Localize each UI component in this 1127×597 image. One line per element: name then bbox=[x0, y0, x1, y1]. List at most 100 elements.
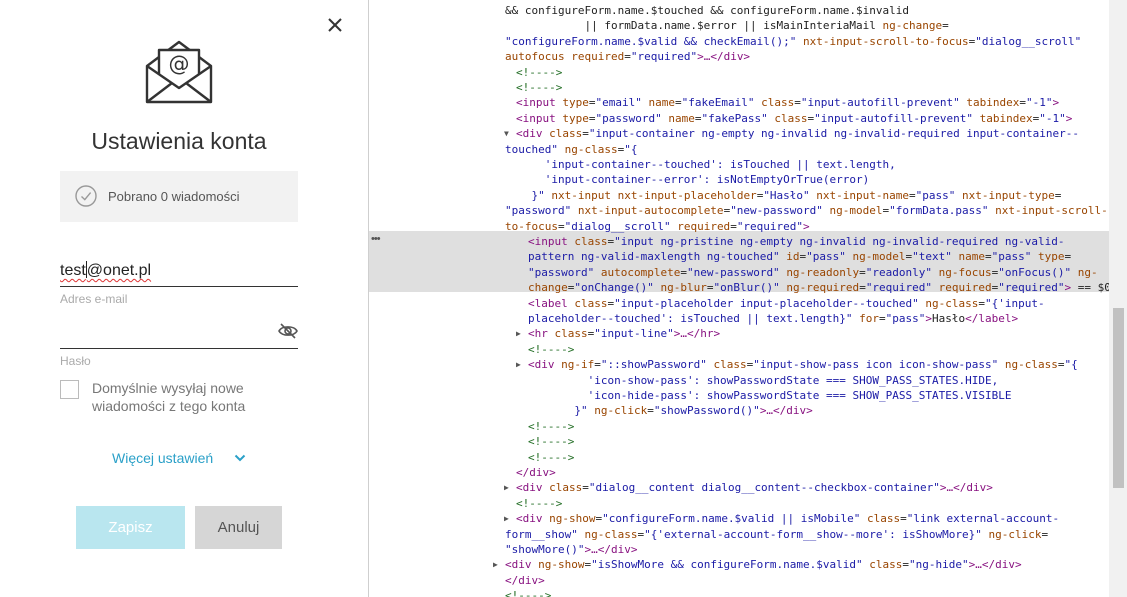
code-token: ng-focus bbox=[938, 265, 992, 279]
code-token: "dialog__scroll" bbox=[564, 219, 671, 233]
dom-line[interactable]: ▶ <hr class="input-line">…</hr> bbox=[516, 326, 1109, 341]
code-token: "isShowMore && configureForm.name.$valid… bbox=[591, 558, 863, 572]
dom-line[interactable]: 'icon-show-pass': showPasswordState === … bbox=[528, 373, 1109, 388]
code-token: "new-password" bbox=[686, 265, 780, 279]
code-token: <!----> bbox=[528, 419, 575, 433]
dom-line[interactable]: pattern ng-valid-maxlength ng-touched" i… bbox=[528, 249, 1109, 264]
expand-right-icon[interactable]: ▶ bbox=[504, 511, 509, 526]
code-token: >…</div> bbox=[697, 50, 751, 64]
email-input[interactable]: test@onet.pl bbox=[60, 257, 298, 287]
dom-line[interactable]: <!----> bbox=[516, 80, 1109, 95]
dom-line[interactable]: <label class = "input-placeholder input-pl… bbox=[528, 296, 1109, 311]
dom-line[interactable]: touched" ng-class="{ bbox=[505, 142, 1109, 157]
dom-line[interactable]: }" nxt-input nxt-input-placeholder = "Hasł… bbox=[505, 188, 1109, 203]
dom-line[interactable]: "password" autocomplete="new-password" n… bbox=[528, 265, 1109, 280]
dom-line[interactable]: change="onChange()" ng-blur="onBlur()" n… bbox=[528, 280, 1111, 295]
email-field[interactable]: test@onet.pl Adres e-mail bbox=[60, 257, 298, 306]
code-token: placeholder--touched': isTouched || text… bbox=[528, 312, 853, 325]
default-sender-checkbox[interactable] bbox=[60, 380, 79, 399]
code-token: <input bbox=[528, 235, 575, 248]
code-token: = bbox=[680, 265, 687, 279]
code-token: class bbox=[549, 127, 583, 141]
save-button[interactable]: Zapisz bbox=[76, 506, 185, 549]
code-token: "showPassword()" bbox=[653, 404, 760, 418]
expand-right-icon[interactable]: ▶ bbox=[504, 480, 509, 495]
code-token: = bbox=[978, 296, 985, 310]
scrollbar-thumb[interactable] bbox=[1113, 308, 1124, 488]
expand-right-icon[interactable]: ▶ bbox=[516, 326, 521, 341]
dom-line[interactable]: placeholder--touched': isTouched || text… bbox=[528, 311, 1109, 326]
dom-line[interactable]: "showMore()">…</div> bbox=[505, 542, 1109, 557]
expand-right-icon[interactable]: ▶ bbox=[493, 557, 498, 572]
expand-right-icon[interactable]: ▶ bbox=[516, 357, 521, 372]
dom-line[interactable]: "password" nxt-input-autocomplete="new-p… bbox=[505, 203, 1109, 218]
code-token: "input-placeholder input-placeholder--to… bbox=[614, 296, 919, 310]
eye-slash-icon[interactable] bbox=[278, 322, 298, 340]
more-settings-link[interactable]: Więcej ustawień bbox=[112, 450, 213, 466]
code-token: <div bbox=[505, 558, 539, 572]
code-token: <hr bbox=[528, 327, 555, 341]
close-icon[interactable] bbox=[324, 14, 346, 36]
devtools-elements-panel[interactable]: ••• && configureForm.name.$touched && co… bbox=[368, 0, 1127, 597]
code-token: = bbox=[730, 219, 737, 233]
code-token: autocomplete bbox=[600, 265, 681, 279]
dom-line[interactable]: <!----> bbox=[516, 496, 1109, 511]
password-input[interactable] bbox=[60, 318, 298, 349]
password-field[interactable]: Hasło bbox=[60, 318, 298, 368]
dom-line[interactable]: && configureForm.name.$touched && config… bbox=[505, 3, 1109, 18]
dom-line[interactable]: ▶ <div ng-show = "configureForm.name.$valid… bbox=[504, 511, 1109, 526]
dom-line[interactable]: 'input-container--error': isNotEmptyOrTr… bbox=[505, 172, 1109, 187]
code-token: tabindex bbox=[966, 96, 1020, 110]
code-token: class bbox=[574, 235, 608, 248]
code-token: <div bbox=[516, 127, 550, 141]
code-token: class bbox=[761, 96, 795, 110]
vertical-scrollbar[interactable] bbox=[1109, 0, 1127, 597]
dom-line[interactable]: to-focus="dialog__scroll" required="requ… bbox=[505, 219, 1109, 234]
dom-line[interactable]: <!----> bbox=[528, 434, 1109, 449]
dom-line[interactable]: || formData.name.$error || isMainInteria… bbox=[505, 18, 1109, 33]
dom-line[interactable]: </div> bbox=[505, 573, 1109, 588]
dom-line[interactable]: ▼ <div class="input-container ng-empty ng… bbox=[504, 126, 1109, 141]
code-token: "password" bbox=[528, 265, 595, 279]
code-token: form__show" bbox=[505, 527, 578, 541]
code-token: "required" bbox=[630, 50, 698, 64]
dom-line[interactable]: <!----> bbox=[528, 450, 1109, 465]
dom-line[interactable]: "configureForm.name.$valid && checkEmail… bbox=[505, 34, 1109, 49]
dom-line[interactable]: <!----> bbox=[528, 419, 1109, 434]
dom-line[interactable]: <input type="email" name="fakeEmail" cla… bbox=[516, 95, 1109, 110]
code-token: <!----> bbox=[528, 435, 575, 449]
code-token: nxt-input bbox=[551, 188, 611, 202]
code-token: = bbox=[1054, 188, 1062, 202]
cancel-button[interactable]: Anuluj bbox=[195, 506, 282, 549]
dom-line[interactable]: <input type="password" name="fakePass" c… bbox=[516, 111, 1109, 126]
code-token: ng-if bbox=[561, 358, 595, 372]
code-token: = bbox=[1041, 527, 1049, 541]
dom-line[interactable]: <!----> bbox=[516, 65, 1109, 80]
dom-line[interactable]: <input class="input ng-pristine ng-empty… bbox=[528, 234, 1109, 249]
code-token: = bbox=[624, 50, 631, 64]
code-token: ng-click bbox=[594, 404, 648, 418]
dom-line[interactable]: 'icon-hide-pass': showPasswordState === … bbox=[528, 388, 1109, 403]
dom-line[interactable]: ▶ <div ng-show="isShowMore && configureFo… bbox=[493, 557, 1109, 572]
dom-line[interactable]: 'input-container--touched': isTouched ||… bbox=[505, 157, 1109, 172]
dom-line[interactable]: }" ng-click="showPassword()">…</div> bbox=[528, 403, 1109, 418]
dom-line[interactable]: <!----> bbox=[528, 342, 1109, 357]
code-token: = bbox=[859, 265, 866, 279]
code-token: required bbox=[677, 219, 731, 233]
expand-down-icon[interactable]: ▼ bbox=[504, 126, 509, 141]
dom-line[interactable]: autofocus required="required">…</div> bbox=[505, 49, 1109, 64]
ellipsis-icon[interactable]: ••• bbox=[371, 233, 381, 245]
dom-line[interactable]: ▶ <div ng-if="::showPassword" class="inpu… bbox=[516, 357, 1109, 372]
code-token: "password" bbox=[595, 111, 662, 125]
dom-line[interactable]: <!----> bbox=[505, 588, 1109, 597]
dom-line[interactable]: form__show" ng-class = "{'external-account… bbox=[505, 527, 1109, 542]
code-token: "required" bbox=[865, 281, 933, 295]
chevron-down-icon[interactable] bbox=[233, 451, 247, 465]
code-token: ng-class bbox=[925, 296, 979, 310]
dom-line[interactable]: </div> bbox=[516, 465, 1109, 480]
dom-line[interactable]: ▶ <div class="dialog__content dialog__con… bbox=[504, 480, 1109, 495]
code-token: "configureForm.name.$valid && checkEmail… bbox=[505, 34, 797, 48]
